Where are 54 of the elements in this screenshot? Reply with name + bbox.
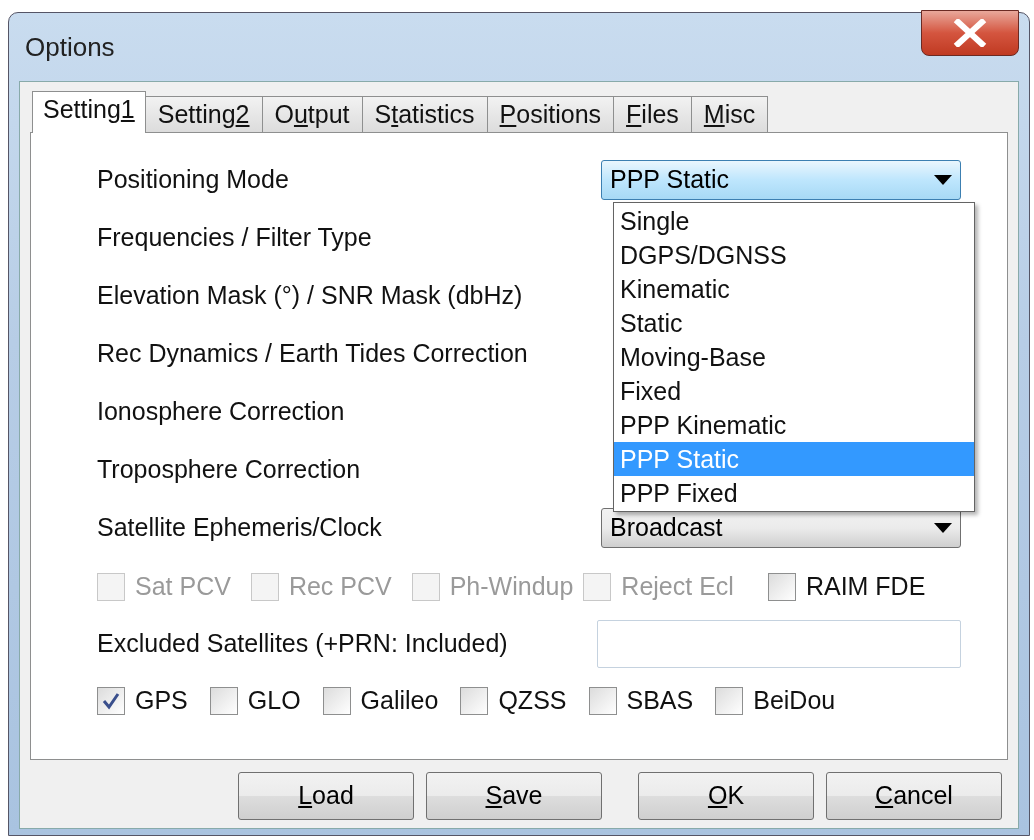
checkbox-label: QZSS	[498, 685, 567, 717]
dialog-button[interactable]: OK	[638, 772, 814, 820]
setting-label: Ionosphere Correction	[97, 396, 345, 428]
check-icon	[101, 691, 121, 711]
setting-label: Troposphere Correction	[97, 454, 361, 486]
dropdown-option[interactable]: Kinematic	[614, 272, 974, 306]
checkbox[interactable]	[767, 573, 796, 601]
checkbox-label: GLO	[247, 685, 301, 717]
checkbox[interactable]	[460, 687, 489, 715]
input-field[interactable]	[597, 620, 961, 668]
checkbox[interactable]	[322, 687, 351, 715]
checkbox-label: RAIM FDE	[805, 571, 926, 603]
dropdown-option[interactable]: Single	[614, 204, 974, 238]
dropdown[interactable]: PPP Static	[601, 160, 961, 200]
dropdown[interactable]: Broadcast	[601, 508, 961, 548]
setting-label: Rec Dynamics / Earth Tides Correction	[97, 338, 528, 370]
checkbox-label: Rec PCV	[288, 571, 392, 603]
checkbox-label: Reject Ecl	[621, 571, 734, 603]
checkbox[interactable]	[588, 687, 617, 715]
checkbox-label: Ph-Windup	[449, 571, 574, 603]
window-title: Options	[24, 30, 115, 64]
setting-label: Positioning Mode	[97, 164, 289, 196]
checkbox-label: Sat PCV	[135, 571, 231, 603]
dropdown-arrow-icon	[934, 523, 952, 533]
setting-label: Elevation Mask (°) / SNR Mask (dbHz)	[97, 280, 523, 312]
tab[interactable]: Setting1	[32, 91, 146, 133]
dropdown-option[interactable]: Fixed	[614, 374, 974, 408]
setting-label: Satellite Ephemeris/Clock	[97, 512, 382, 544]
checkbox[interactable]	[97, 687, 125, 715]
tab[interactable]: Statistics	[361, 96, 488, 132]
checkbox-label: SBAS	[626, 685, 694, 717]
checkbox-label: BeiDou	[753, 685, 836, 717]
dropdown-option[interactable]: PPP Fixed	[614, 476, 974, 510]
checkbox-label: Galileo	[360, 685, 439, 717]
close-icon	[953, 19, 987, 47]
tab[interactable]: Setting2	[144, 96, 263, 132]
checkbox[interactable]	[715, 687, 744, 715]
checkbox-label: GPS	[135, 685, 188, 717]
tab[interactable]: Positions	[486, 96, 615, 132]
dropdown-option[interactable]: PPP Kinematic	[614, 408, 974, 442]
checkbox[interactable]	[209, 687, 238, 715]
dropdown-option[interactable]: DGPS/DGNSS	[614, 238, 974, 272]
close-button[interactable]	[921, 10, 1019, 56]
dialog-button[interactable]: Load	[238, 772, 414, 820]
dropdown-option[interactable]: Static	[614, 306, 974, 340]
tab[interactable]: Misc	[690, 96, 769, 132]
setting-label: Frequencies / Filter Type	[97, 222, 372, 254]
dropdown-arrow-icon	[934, 175, 952, 185]
tab[interactable]: Files	[613, 96, 692, 132]
dropdown-option[interactable]: Moving-Base	[614, 340, 974, 374]
field-label: Excluded Satellites (+PRN: Included)	[97, 628, 508, 660]
tab[interactable]: Output	[261, 96, 363, 132]
dialog-button[interactable]: Cancel	[826, 772, 1002, 820]
dialog-button[interactable]: Save	[426, 772, 602, 820]
